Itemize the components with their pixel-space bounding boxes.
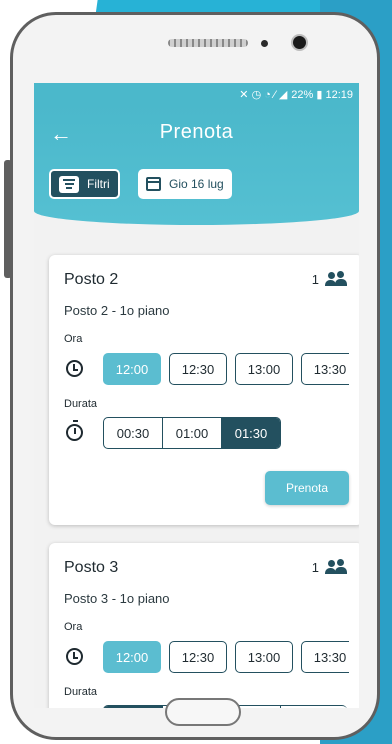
phone-frame: ✕ ◷ ◔ ⁄ ◢ 22% ▮ 12:19 ← Prenota Filtri G… (10, 12, 380, 740)
people-icon (325, 559, 347, 575)
phone-camera (291, 34, 308, 51)
status-icons: ✕ ◷ ◔ ⁄ ◢ (239, 88, 288, 101)
capacity-count: 1 (311, 559, 319, 575)
seat-card: Posto 3 1 Posto 3 - 1o piano Ora 12:00 1… (49, 543, 359, 708)
capacity-count: 1 (311, 271, 319, 287)
duration-option[interactable]: 00:30 (104, 418, 163, 448)
home-button[interactable] (165, 698, 241, 726)
seat-title: Posto 2 (64, 271, 119, 288)
time-slot[interactable]: 13:00 (235, 353, 293, 385)
time-slot[interactable]: 12:00 (103, 641, 161, 673)
seat-subtitle: Posto 2 - 1o piano (64, 303, 170, 318)
filters-label: Filtri (87, 177, 110, 191)
book-button[interactable]: Prenota (265, 471, 349, 505)
time-label: Ora (64, 621, 83, 633)
seat-subtitle: Posto 3 - 1o piano (64, 591, 170, 606)
time-slot[interactable]: 13:30 (301, 353, 349, 385)
app-screen: ✕ ◷ ◔ ⁄ ◢ 22% ▮ 12:19 ← Prenota Filtri G… (34, 83, 359, 708)
date-picker-button[interactable]: Gio 16 lug (138, 169, 232, 199)
duration-label: Durata (64, 686, 98, 698)
seat-card: Posto 2 1 Posto 2 - 1o piano Ora 12:00 1… (49, 255, 359, 525)
duration-label: Durata (64, 398, 98, 410)
capacity: 1 (312, 559, 347, 575)
filters-button[interactable]: Filtri (49, 169, 120, 199)
time-slot[interactable]: 12:00 (103, 353, 161, 385)
duration-option[interactable]: 01:00 (163, 418, 222, 448)
time-slot[interactable]: 12:30 (169, 641, 227, 673)
clock-icon (64, 358, 86, 380)
duration-option[interactable] (104, 706, 163, 708)
time-slot[interactable]: 12:30 (169, 353, 227, 385)
calendar-icon (146, 177, 161, 191)
phone-speaker (168, 39, 248, 47)
timer-icon (64, 420, 86, 443)
phone-sensor (261, 40, 268, 47)
time-slot[interactable]: 13:00 (235, 641, 293, 673)
filter-icon (59, 175, 79, 193)
page-title: Prenota (159, 121, 234, 143)
seat-title: Posto 3 (64, 559, 119, 576)
time-slot[interactable]: 13:30 (301, 641, 349, 673)
clock-icon (64, 646, 86, 668)
status-bar: ✕ ◷ ◔ ⁄ ◢ 22% ▮ 12:19 (34, 83, 359, 105)
people-icon (325, 271, 347, 287)
duration-option[interactable]: 01:30 (222, 418, 280, 448)
duration-segmented: 00:30 01:00 01:30 (103, 417, 281, 449)
time-slots: 12:00 12:30 13:00 13:30 (103, 641, 349, 675)
date-label: Gio 16 lug (169, 177, 224, 191)
status-text: 22% ▮ 12:19 (291, 88, 353, 101)
duration-option[interactable] (281, 706, 339, 708)
app-header: ← Prenota Filtri Gio 16 lug (34, 105, 359, 225)
time-label: Ora (64, 333, 83, 345)
capacity: 1 (312, 271, 347, 287)
time-slots: 12:00 12:30 13:00 13:30 (103, 353, 349, 387)
